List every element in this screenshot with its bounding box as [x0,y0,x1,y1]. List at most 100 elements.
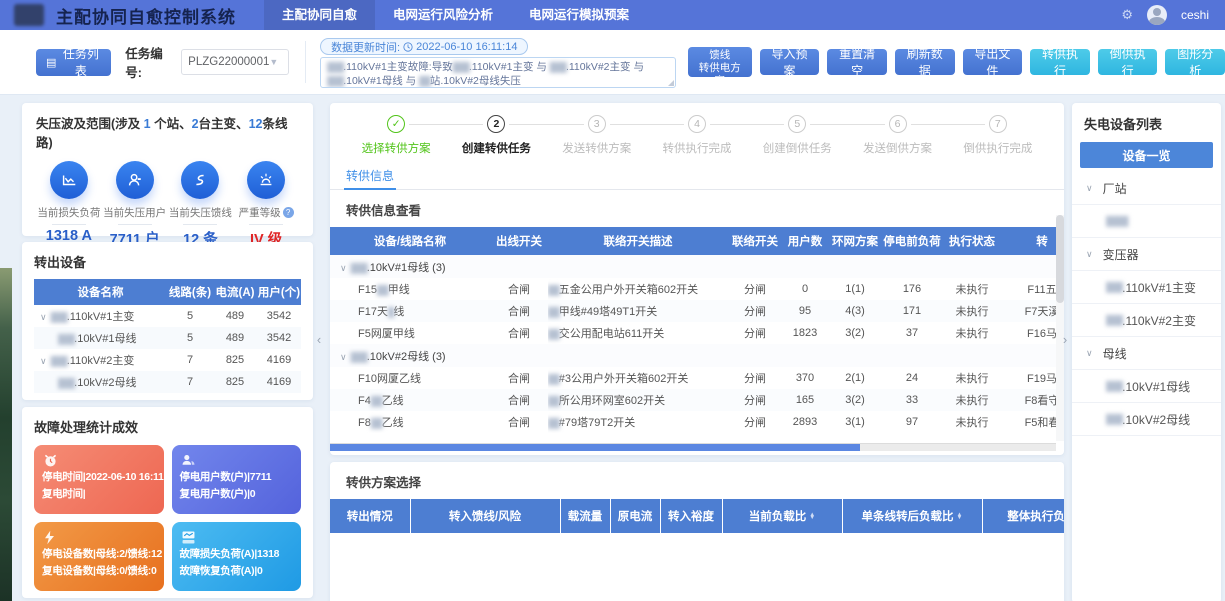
tree-group-transformer[interactable]: ∨变压器 [1072,238,1221,271]
transfer-info-table: 设备/线路名称 出线开关 联络开关描述 联络开关 用户数 环网方案 停电前负荷 … [330,227,1064,433]
graph-analysis-button[interactable]: 图形分析 [1165,49,1225,75]
task-no-value: PLZG22000001 [188,56,269,68]
tree-item-station[interactable]: ████ [1072,205,1221,238]
task-list-icon: ▤ [46,56,56,69]
tree-group-station[interactable]: ∨厂站 [1072,172,1221,205]
chevron-down-icon[interactable]: ∨ [340,263,347,273]
resize-handle-icon[interactable] [668,80,674,86]
nav-item-risk-analysis[interactable]: 电网运行风险分析 [375,0,511,30]
scrollbar-thumb[interactable] [1056,215,1064,303]
table-row[interactable]: F10网厦乙线 合闸 ██#3公用户外开关箱602开关 分闸 370 2(1) … [330,367,1064,389]
scope-title: 失压波及范围(涉及 1 个站、2台主变、12条线路) [36,113,299,151]
step-send-restore-plan: 6 发送倒供方案 [847,115,947,156]
tree-item-bus1[interactable]: ███.10kV#1母线 [1072,370,1221,403]
table-row[interactable]: ███.10kV#1母线 5 489 3542 [34,327,301,349]
chevron-down-icon[interactable]: ∨ [40,356,47,366]
nav-item-simulation[interactable]: 电网运行模拟预案 [511,0,647,30]
redacted-text: ██ [419,76,430,86]
refresh-data-button[interactable]: 刷新数据 [895,49,955,75]
task-list-button[interactable]: ▤ 任务列表 [36,49,111,76]
col-feeder-risk: 转入馈线/风险 [410,499,560,533]
col-current-load-ratio[interactable]: 当前负载比▲▼ [722,499,842,533]
transfer-execute-button[interactable]: 转供执行 [1030,49,1090,75]
redacted-text: ███ [453,62,469,72]
transfer-out-devices-card: 转出设备 设备名称 线路(条) 电流(A) 用户(个) ∨███.110kV#1… [22,242,313,400]
table-row[interactable]: F4██乙线 合闸 ██所公用环网室602开关 分闸 165 3(2) 33 未… [330,389,1064,411]
settings-gear-icon[interactable]: ⚙ [1121,7,1133,23]
tab-transfer-info[interactable]: 转供信息 [344,162,396,190]
nav-item-self-healing[interactable]: 主配协同自愈 [264,0,375,30]
transfer-workflow-card: ✓ 选择转供方案 2 创建转供任务 3 发送转供方案 4 转供执行完成 5 [330,103,1064,455]
fault-description-textarea[interactable]: ███.110kV#1主变故障:导致███.110kV#1主变 与 ███.11… [320,57,676,88]
table-row[interactable]: F8██乙线 合闸 ██#79塔79T2开关 分闸 2893 3(1) 97 未… [330,411,1064,433]
chevron-down-icon[interactable]: ∨ [340,352,347,362]
export-file-button[interactable]: 导出文件 [963,49,1023,75]
toolbar: ▤ 任务列表 任务编号: PLZG22000001 ▼ 数据更新时间: 2022… [0,30,1225,95]
chevron-down-icon[interactable]: ∨ [40,312,47,322]
clock-icon [403,42,413,52]
stat-lost-feeders: 当前失压馈线 12 条 [168,161,234,249]
voltage-loss-scope-card: 失压波及范围(涉及 1 个站、2台主变、12条线路) 当前损失负荷 1318 A… [22,103,313,236]
step-transfer-done: 4 转供执行完成 [647,115,747,156]
help-icon[interactable]: ? [283,207,294,218]
col-pre-outage-load: 停电前负荷 [882,227,942,255]
feeder-line-icon [181,161,219,199]
redacted-text: ███ [327,62,343,72]
step-create-task: 2 创建转供任务 [446,115,546,156]
table-row[interactable]: ∨███.110kV#2主变 7 825 4169 [34,349,301,371]
horizontal-scrollbar[interactable] [330,443,1056,451]
sort-icon[interactable]: ▲▼ [957,514,963,521]
col-ring-plan: 环网方案 [828,227,882,255]
background-photo-strip [0,268,12,601]
collapse-left-icon[interactable]: ‹ [312,319,326,359]
tree-group-bus[interactable]: ∨母线 [1072,337,1221,370]
update-time-pill: 数据更新时间: 2022-06-10 16:11:14 [320,38,528,55]
outage-list-title: 失电设备列表 [1072,103,1221,142]
plan-section-title: 转供方案选择 [346,472,1064,491]
line-chart-icon [50,161,88,199]
tree-item-transformer2[interactable]: ███.110kV#2主变 [1072,304,1221,337]
col-current: 电流(A) [213,279,257,305]
chevron-down-icon: ∨ [1086,249,1093,260]
table-row[interactable]: ∨███.110kV#1主变 5 489 3542 [34,305,301,327]
stat-lost-load: 当前损失负荷 1318 A [36,161,102,249]
col-lines: 线路(条) [167,279,213,305]
reset-clear-button[interactable]: 重置清空 [827,49,887,75]
check-icon: ✓ [387,115,405,133]
step-restore-done: 7 倒供执行完成 [948,115,1048,156]
app-window: 主配协同自愈控制系统 主配协同自愈 电网运行风险分析 电网运行模拟预案 ⚙ ce… [0,0,1225,601]
top-navbar: 主配协同自愈控制系统 主配协同自愈 电网运行风险分析 电网运行模拟预案 ⚙ ce… [0,0,1225,30]
step-send-plan: 3 发送转供方案 [547,115,647,156]
scrollbar-thumb[interactable] [330,444,860,451]
col-margin: 转入裕度 [660,499,722,533]
col-user-count: 用户数 [782,227,828,255]
group-row-bus2[interactable]: ∨███.10kV#2母线 (3) [330,344,1064,367]
col-single-line-ratio[interactable]: 单条线转后负载比▲▼ [842,499,982,533]
table-row[interactable]: ███.10kV#2母线 7 825 4169 [34,371,301,393]
redacted-text: ███ [550,62,566,72]
col-transfer-clipped: 转 [1002,227,1064,255]
task-no-select[interactable]: PLZG22000001 ▼ [181,49,289,75]
col-line-name: 设备/线路名称 [330,227,490,255]
restore-execute-button[interactable]: 倒供执行 [1098,49,1158,75]
chevron-down-icon: ▼ [269,57,278,67]
table-row[interactable]: F17天█线 合闸 ██甲线#49塔49T1开关 分闸 95 4(3) 171 … [330,300,1064,322]
analyze-transfer-plan-button[interactable]: 分析转出馈线转供电方案 [688,47,752,77]
table-row[interactable]: F15██甲线 合闸 ██五金公用户外开关箱602开关 分闸 0 1(1) 17… [330,278,1064,300]
effect-card-title: 故障处理统计成效 [34,417,301,436]
col-orig-current: 原电流 [610,499,660,533]
expand-right-icon[interactable]: › [1058,319,1072,359]
load-monitor-icon [180,528,294,546]
sort-icon[interactable]: ▲▼ [809,514,815,521]
app-logo [14,4,44,26]
col-overall-ratio[interactable]: 整体执行负载比▲▼ [982,499,1064,533]
import-plan-button[interactable]: 导入预案 [760,49,820,75]
table-row[interactable]: F5网厦甲线 合闸 ██交公用配电站611开关 分闸 1823 3(2) 37 … [330,322,1064,344]
workflow-steps: ✓ 选择转供方案 2 创建转供任务 3 发送转供方案 4 转供执行完成 5 [330,103,1064,156]
user-avatar[interactable] [1147,5,1167,25]
device-overview-header[interactable]: 设备一览 [1080,142,1213,168]
group-row-bus1[interactable]: ∨███.10kV#1母线 (3) [330,255,1064,278]
alarm-clock-icon [42,451,156,469]
tree-item-transformer1[interactable]: ███.110kV#1主变 [1072,271,1221,304]
tree-item-bus2[interactable]: ███.10kV#2母线 [1072,403,1221,436]
